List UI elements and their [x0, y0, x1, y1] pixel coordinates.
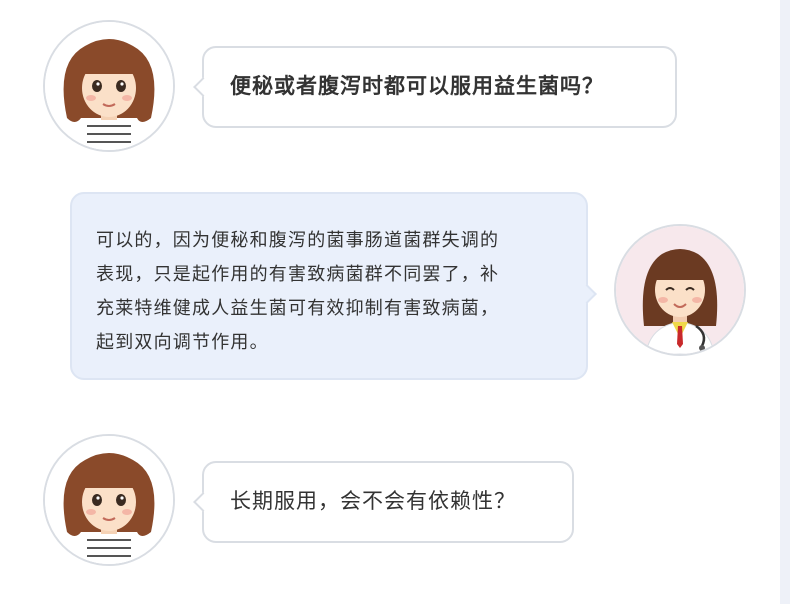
answer-line: 充莱特维健成人益生菌可有效抑制有害致病菌，: [96, 298, 500, 319]
answer-bubble: 可以的，因为便秘和腹泻的菌事肠道菌群失调的 表现，只是起作用的有害致病菌群不同罢…: [70, 192, 597, 380]
bubble-tail: [577, 284, 597, 304]
answer-line: 表现，只是起作用的有害致病菌群不同罢了，补: [96, 264, 500, 285]
user-avatar-icon: [43, 20, 175, 152]
doctor-avatar-icon: [614, 224, 746, 356]
answer-line: 起到双向调节作用。: [96, 332, 269, 353]
bubble-tail: [193, 492, 213, 512]
question-text-2: 长期服用，会不会有依赖性？: [230, 489, 516, 513]
answer-text: 可以的，因为便秘和腹泻的菌事肠道菌群失调的 表现，只是起作用的有害致病菌群不同罢…: [96, 224, 566, 360]
question-bubble-2: 长期服用，会不会有依赖性？: [193, 461, 574, 543]
answer-line: 可以的，因为便秘和腹泻的菌事肠道菌群失调的: [96, 230, 500, 251]
question-bubble-1: 便秘或者腹泻时都可以服用益生菌吗？: [193, 46, 677, 128]
right-edge-strip: [780, 0, 790, 604]
user-avatar-icon: [43, 434, 175, 566]
question-text-1: 便秘或者腹泻时都可以服用益生菌吗？: [230, 74, 604, 98]
bubble-tail: [193, 77, 213, 97]
